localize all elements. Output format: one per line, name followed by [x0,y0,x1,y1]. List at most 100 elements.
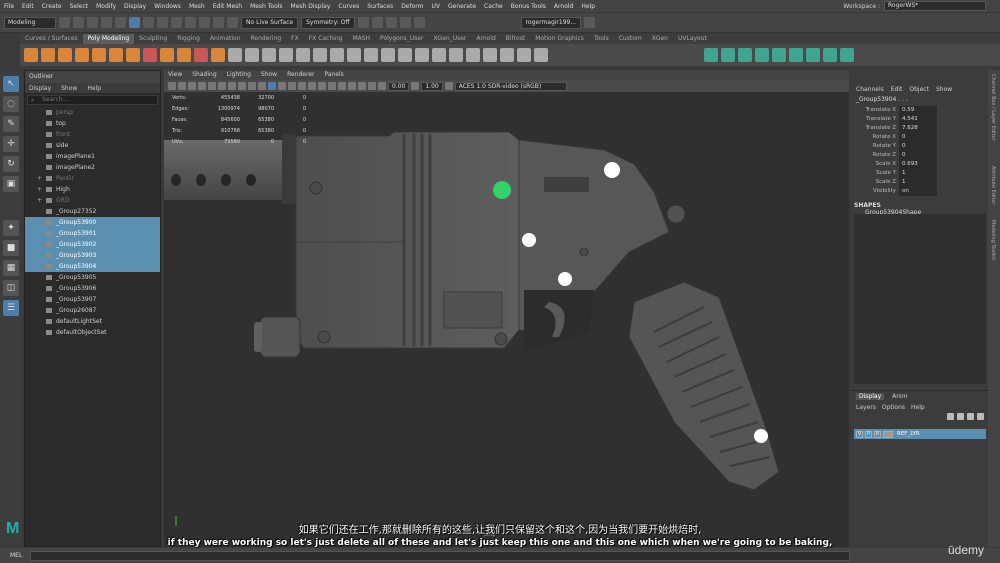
viewport-menu-panels[interactable]: Panels [324,70,343,80]
safe-action-icon[interactable] [258,82,266,90]
open-scene-icon[interactable] [73,17,84,28]
outliner-menu-help[interactable]: Help [87,85,101,92]
layer-menu-options[interactable]: Options [882,404,905,411]
attr-value-field[interactable]: 7.628 [899,124,937,133]
save-scene-icon[interactable] [87,17,98,28]
custom-tool-9-icon[interactable] [840,48,854,62]
menu-mesh[interactable]: Mesh [189,3,205,10]
attr-name[interactable]: Translate X [852,106,899,115]
camera-select-icon[interactable] [168,82,176,90]
textured-icon[interactable] [288,82,296,90]
outliner-item[interactable]: defaultLightSet [25,316,160,327]
shelf-tab-fx-caching[interactable]: FX Caching [304,34,348,44]
outliner-item[interactable]: _Group26087 [25,305,160,316]
shelf-tab-arnold[interactable]: Arnold [471,34,500,44]
move-layer-down-icon[interactable] [957,413,964,420]
tab-attribute-editor[interactable]: Attribute Editor [990,166,996,204]
channel-menu-edit[interactable]: Edit [891,86,903,93]
blaster-model[interactable] [164,92,849,547]
shelf-tab-bifrost[interactable]: Bifrost [501,34,530,44]
type-tool-icon[interactable] [194,48,208,62]
tab-channel-box-layer-editor[interactable]: Channel Box / Layer Editor [990,74,996,141]
exposure-field[interactable]: 0.00 [388,81,410,91]
shelf-tab-animation[interactable]: Animation [205,34,246,44]
poly-cube-icon[interactable] [41,48,55,62]
lasso-tool-icon[interactable]: ◌ [3,96,19,112]
menu-select[interactable]: Select [70,3,89,10]
attr-value-field[interactable]: 0.59 [899,106,937,115]
live-surface-field[interactable]: No Live Surface [241,16,299,29]
expand-icon[interactable]: + [37,173,42,184]
attr-value-field[interactable]: 0 [899,151,937,160]
outliner-item[interactable]: _Group53905 [25,272,160,283]
four-view-layout-icon[interactable]: ▦ [3,260,19,276]
gamma-field[interactable]: 1.00 [421,81,443,91]
boolean-icon[interactable] [279,48,293,62]
shadows-icon[interactable] [308,82,316,90]
smooth-shade-icon[interactable] [278,82,286,90]
move-layer-up-icon[interactable] [947,413,954,420]
render-icon[interactable] [357,17,369,28]
viewport-menu-view[interactable]: View [168,70,182,80]
layer-display-type-toggle[interactable]: R [874,430,881,438]
snap-curve-icon[interactable] [185,17,196,28]
uv-editor-icon[interactable] [432,48,446,62]
custom-tool-5-icon[interactable] [772,48,786,62]
shelf-tab-uvlayout[interactable]: UVLayout [673,34,712,44]
combine-icon[interactable] [228,48,242,62]
outliner-item[interactable]: _Group53902 [25,239,160,250]
planar-map-icon[interactable] [449,48,463,62]
shelf-tab-fx[interactable]: FX [286,34,304,44]
outliner-search-input[interactable]: ⌕ Search... [27,95,158,105]
attr-value-field[interactable]: 4.541 [899,115,937,124]
outliner-menu-show[interactable]: Show [61,85,77,92]
scene-view[interactable] [164,92,849,547]
channel-menu-object[interactable]: Object [909,86,929,93]
user-account[interactable]: rogermagir199... [520,16,582,29]
layer-menu-layers[interactable]: Layers [856,404,876,411]
ipr-render-icon[interactable] [371,17,383,28]
shelf-tab-poly-modeling[interactable]: Poly Modeling [82,34,135,44]
outliner-item[interactable]: _Group53900 [25,217,160,228]
menu-modify[interactable]: Modify [96,3,116,10]
attr-name[interactable]: Rotate X [852,133,899,142]
outliner-item[interactable]: side [25,140,160,151]
attr-name[interactable]: Rotate Z [852,151,899,160]
shelf-tab-rigging[interactable]: Rigging [172,34,205,44]
menu-mesh-display[interactable]: Mesh Display [291,3,331,10]
outliner-item[interactable]: top [25,118,160,129]
undo-icon[interactable] [101,17,112,28]
view-transform-select[interactable]: ACES 1.0 SDR-video (sRGB) [454,81,567,91]
xray-joints-icon[interactable] [378,82,386,90]
attr-value-field[interactable]: 0.693 [899,160,937,169]
layer-playback-toggle[interactable]: P [865,430,872,438]
attr-value-field[interactable]: 0 [899,133,937,142]
outliner-item[interactable]: _Group53907 [25,294,160,305]
bevel-icon[interactable] [330,48,344,62]
menu-generate[interactable]: Generate [448,3,476,10]
custom-tool-1-icon[interactable] [704,48,718,62]
shelf-tab-motion-graphics[interactable]: Motion Graphics [530,34,589,44]
redo-icon[interactable] [115,17,126,28]
outliner-item[interactable]: _Group53903 [25,250,160,261]
move-tool-icon[interactable]: ✛ [3,136,19,152]
hypershade-icon[interactable] [399,17,411,28]
cylindrical-map-icon[interactable] [483,48,497,62]
custom-tool-6-icon[interactable] [789,48,803,62]
make-live-icon[interactable] [227,17,238,28]
viewport-menu-show[interactable]: Show [261,70,277,80]
expand-icon[interactable]: + [37,184,42,195]
viewport-menu-lighting[interactable]: Lighting [227,70,251,80]
select-component-icon[interactable] [157,17,168,28]
outliner-item[interactable]: _Group27352 [25,206,160,217]
image-plane-icon[interactable] [198,82,206,90]
super-shape-icon[interactable] [160,48,174,62]
mirror-icon[interactable] [296,48,310,62]
viewport-menu-renderer[interactable]: Renderer [287,70,314,80]
menu-set-select[interactable]: Modeling [4,16,56,29]
single-perspective-layout-icon[interactable]: ■ [3,240,19,256]
attr-name[interactable]: Visibility [852,187,899,196]
ambient-occlusion-icon[interactable] [318,82,326,90]
shelf-tab-polygons-user[interactable]: Polygons_User [375,34,428,44]
menu-cache[interactable]: Cache [484,3,503,10]
